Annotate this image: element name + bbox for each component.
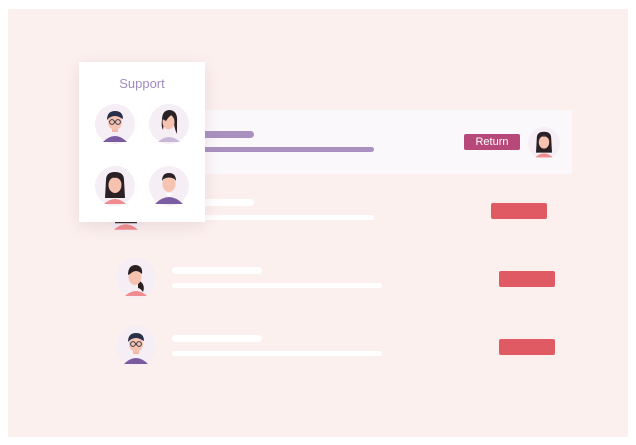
woman-side-hair-avatar-icon[interactable]: [149, 104, 189, 144]
woman-avatar-icon: [528, 127, 560, 159]
action-button[interactable]: [491, 203, 547, 219]
woman-ponytail-avatar-icon: [116, 258, 156, 298]
return-button[interactable]: Return: [464, 134, 520, 150]
man-glasses-avatar-icon[interactable]: [95, 104, 135, 144]
ticket-row[interactable]: [96, 246, 572, 310]
ticket-row[interactable]: [96, 314, 572, 378]
popover-title: Support: [119, 76, 165, 91]
ticket-subtitle-placeholder: [172, 283, 382, 288]
support-popover: Support: [79, 62, 205, 222]
ticket-title-placeholder: [172, 267, 262, 274]
ticket-subtitle-placeholder: [172, 351, 382, 356]
man-purple-shirt-avatar-icon[interactable]: [149, 166, 189, 206]
action-button[interactable]: [499, 339, 555, 355]
man-glasses-avatar-icon: [116, 326, 156, 366]
woman-long-hair-avatar-icon[interactable]: [95, 166, 135, 206]
action-button[interactable]: [499, 271, 555, 287]
ticket-title-placeholder: [172, 335, 262, 342]
